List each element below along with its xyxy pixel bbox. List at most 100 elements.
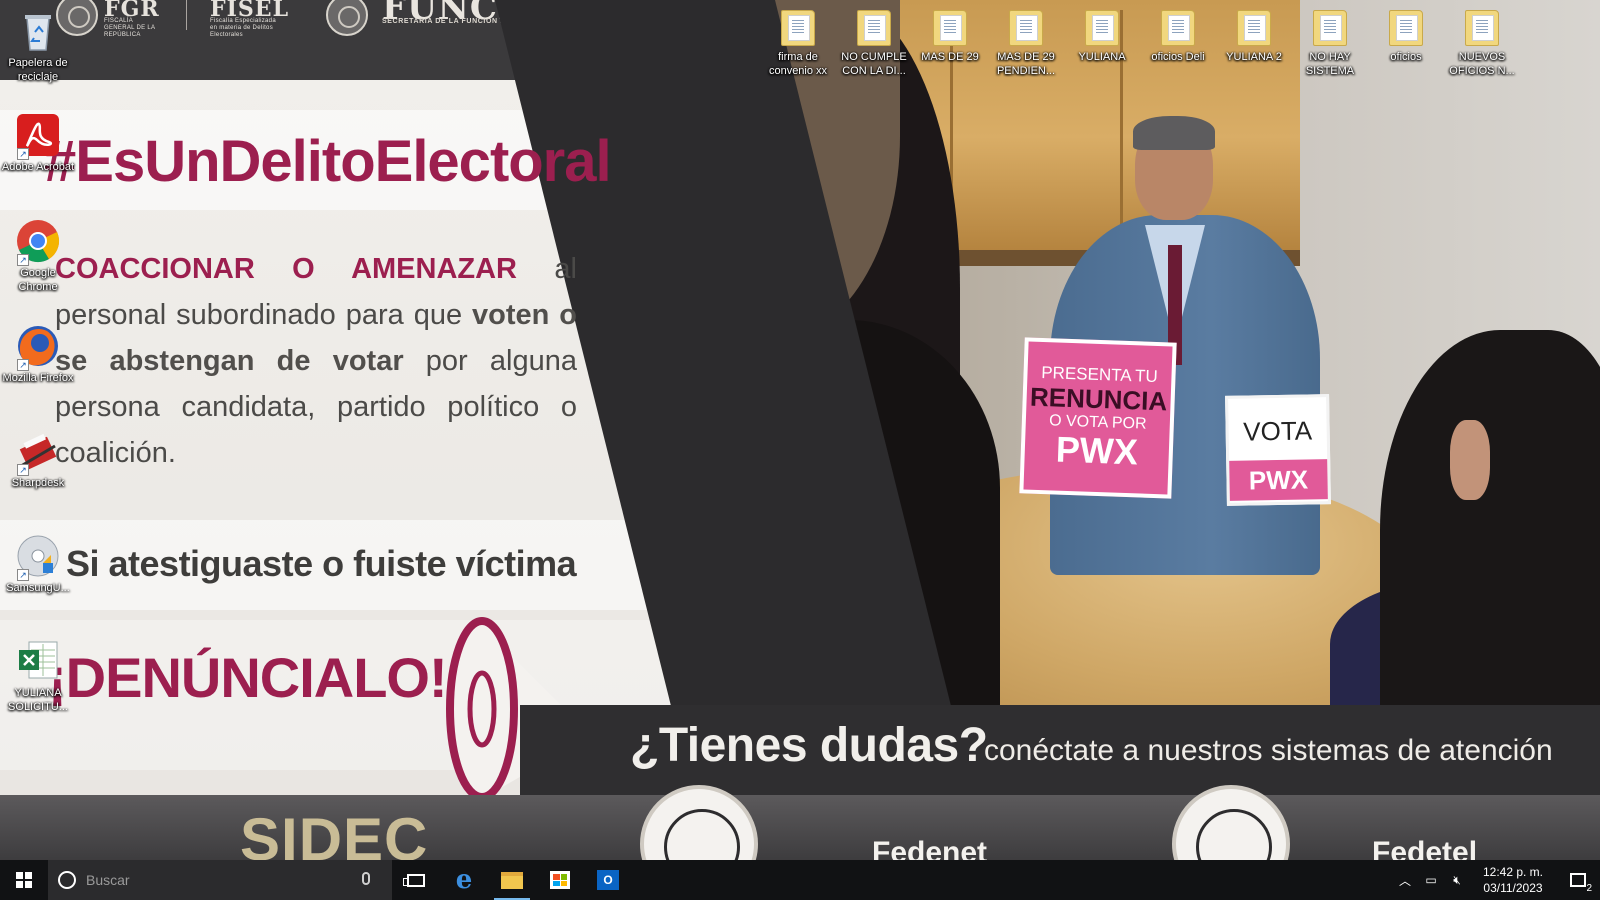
fedenet-label: Fedenet (872, 836, 988, 860)
task-view-icon (403, 873, 425, 887)
desktop-folder-mas-de-29[interactable]: MAS DE 29 (912, 10, 988, 64)
shortcut-arrow-icon: ↗ (17, 359, 29, 371)
folder-label: NO HAY SISTEMA (1305, 51, 1355, 77)
edge-icon: e (455, 865, 473, 895)
desktop-icon-label: Google Chrome (18, 267, 58, 293)
task-view-button[interactable] (392, 860, 440, 900)
desktop-icon-label: Sharpdesk (11, 477, 65, 489)
desktop-icon-label: YULIANA SOLICITU... (8, 687, 68, 713)
samsung-disc-icon: ↗ (15, 533, 61, 581)
sign-line: PWX (1055, 428, 1139, 473)
chevron-up-icon[interactable]: ︿ (1394, 872, 1416, 889)
folder-icon (1313, 10, 1347, 46)
adobe-acrobat-icon: ↗ (15, 112, 61, 160)
shortcut-arrow-icon: ↗ (17, 569, 29, 581)
desktop-icon-yuliana-solicitud[interactable]: YULIANA SOLICITU... (0, 638, 76, 714)
fisel-logo: FISEL Fiscalía Especializada en materia … (210, 0, 289, 39)
desktop-folder-oficios[interactable]: oficios (1368, 10, 1444, 64)
windows-logo-icon (16, 872, 32, 888)
folder-label: NO CUMPLE CON LA DI... (841, 51, 907, 77)
sign-line: VOTA (1242, 415, 1313, 447)
clock-date: 03/11/2023 (1483, 881, 1543, 895)
notification-count: 2 (1586, 883, 1592, 894)
folder-icon (1161, 10, 1195, 46)
desktop-folder-mas-de-29-pendien[interactable]: MAS DE 29 PENDIEN... (988, 10, 1064, 78)
taskbar: Buscar e O ︿ ▭ 🔇︎ 12:42 p. m. 03/11/2023… (0, 860, 1600, 900)
witness-text: Si atestiguaste o fuiste víctima (66, 543, 577, 584)
folder-icon (1237, 10, 1271, 46)
folder-label: MAS DE 29 (921, 51, 979, 63)
campaign-body-text: COACCIONAR O AMENAZAR al personal subord… (55, 246, 577, 476)
desktop-folder-oficios-deli[interactable]: oficios Deli (1140, 10, 1216, 64)
action-center-button[interactable]: 2 (1556, 860, 1600, 900)
folder-icon (1389, 10, 1423, 46)
firefox-icon: ↗ (15, 323, 61, 371)
fisel-logo-text: FISEL (210, 0, 290, 22)
sharpdesk-icon: ↗ (15, 428, 61, 476)
clock-time: 12:42 p. m. (1482, 865, 1544, 879)
shortcut-arrow-icon: ↗ (17, 254, 29, 266)
vota-sign: VOTA PWX (1225, 394, 1331, 506)
desktop-icon-mozilla-firefox[interactable]: ↗ Mozilla Firefox (0, 323, 76, 385)
logo-divider (186, 0, 187, 30)
folder-icon (1465, 10, 1499, 46)
conectate-text: conéctate a nuestros sistemas de atenció… (984, 734, 1553, 767)
search-placeholder: Buscar (86, 872, 130, 888)
network-icon[interactable]: ▭ (1420, 873, 1442, 887)
start-button[interactable] (0, 860, 48, 900)
desktop-folder-nuevos-oficios[interactable]: NUEVOS OFICIOS N... (1444, 10, 1520, 78)
system-tray: ︿ ▭ 🔇︎ 12:42 p. m. 03/11/2023 2 (1392, 860, 1600, 900)
folder-icon (781, 10, 815, 46)
desktop-folder-yuliana-2[interactable]: YULIANA 2 (1216, 10, 1292, 64)
desktop-icon-adobe-acrobat[interactable]: ↗ Adobe Acrobat (0, 112, 76, 174)
notification-icon (1570, 873, 1586, 887)
cortana-icon (58, 871, 76, 889)
sidec-logo: SIDEC (240, 806, 429, 860)
shortcut-arrow-icon: ↗ (17, 464, 29, 476)
desktop-folder-no-cumple[interactable]: NO CUMPLE CON LA DI... (836, 10, 912, 78)
campaign-hashtag: #EsUnDelitoElectoral (44, 129, 612, 194)
taskbar-edge[interactable]: e (440, 860, 488, 900)
folder-label: oficios (1390, 51, 1422, 63)
volume-muted-icon[interactable]: 🔇︎ (1446, 873, 1468, 888)
desktop-icon-google-chrome[interactable]: ↗ Google Chrome (0, 218, 76, 294)
taskbar-clock[interactable]: 12:42 p. m. 03/11/2023 (1470, 864, 1556, 896)
folder-icon (933, 10, 967, 46)
shortcut-arrow-icon: ↗ (17, 148, 29, 160)
desktop-icon-label: Mozilla Firefox (2, 372, 74, 384)
renuncia-sign: PRESENTA TU RENUNCIA O VOTA POR PWX (1019, 337, 1177, 499)
folder-icon (1085, 10, 1119, 46)
outlook-icon: O (597, 870, 619, 890)
desktop-icon-samsung[interactable]: ↗ SamsungU... (0, 533, 76, 595)
desktop-icon-recycle-bin[interactable]: Papelera de reciclaje (0, 8, 76, 84)
folder-icon (1009, 10, 1043, 46)
desktop-wallpaper: FGR FISCALÍA GENERAL DE LA REPÚBLICA FIS… (0, 0, 1600, 860)
fgr-logo: FGR FISCALÍA GENERAL DE LA REPÚBLICA (104, 0, 164, 39)
recycle-bin-icon (15, 8, 61, 54)
taskbar-outlook[interactable]: O (584, 860, 632, 900)
desktop-icon-sharpdesk[interactable]: ↗ Sharpdesk (0, 428, 76, 490)
fedetel-label: Fedetel (1372, 836, 1478, 860)
taskbar-search-box[interactable]: Buscar (48, 860, 392, 900)
folder-label: firma de convenio xx (768, 51, 828, 77)
folder-label: YULIANA 2 (1226, 51, 1282, 63)
chrome-icon: ↗ (15, 218, 61, 266)
sign-line: PWX (1229, 459, 1328, 501)
body-emphasis-red: COACCIONAR O AMENAZAR (55, 253, 518, 285)
desktop-folder-firma-de-convenio[interactable]: firma de convenio xx (760, 10, 836, 78)
taskbar-file-explorer[interactable] (488, 860, 536, 900)
desktop-folder-no-hay-sistema[interactable]: NO HAY SISTEMA (1292, 10, 1368, 78)
desktop-icon-label: Adobe Acrobat (1, 161, 75, 173)
desktop-icon-label: Papelera de reciclaje (8, 57, 68, 83)
file-explorer-icon (501, 871, 523, 889)
desktop-icon-label: SamsungU... (6, 582, 70, 594)
desktop-folder-yuliana[interactable]: YULIANA (1064, 10, 1140, 64)
fisel-logo-subtext: Fiscalía Especializada en materia de Del… (210, 18, 276, 38)
folder-label: NUEVOS OFICIOS N... (1449, 51, 1515, 77)
taskbar-store[interactable] (536, 860, 584, 900)
folder-icon (857, 10, 891, 46)
microphone-icon[interactable] (362, 872, 370, 885)
fgr-logo-text: FGR (104, 0, 160, 22)
excel-file-icon (15, 638, 61, 684)
tienes-dudas-heading: ¿Tienes dudas? (630, 719, 988, 772)
